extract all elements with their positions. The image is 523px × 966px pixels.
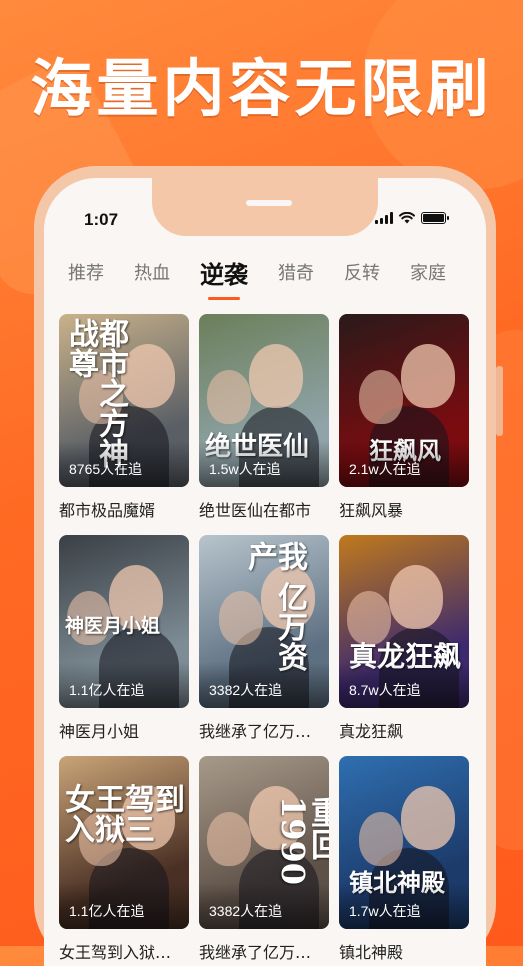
drama-poster[interactable]: 神医月小姐 1.1亿人在追 (59, 535, 189, 708)
wifi-icon (399, 212, 415, 224)
poster-face (121, 344, 175, 408)
drama-card[interactable]: 狂飙风2.1w人在追狂飙风暴 (339, 314, 469, 521)
follower-count: 2.1w人在追 (349, 461, 421, 477)
drama-poster[interactable]: 都市之方神战尊 8765人在追 (59, 314, 189, 487)
phone-notch (152, 178, 378, 236)
drama-poster[interactable]: 女王驾到 入狱三 1.1亿人在追 (59, 756, 189, 929)
drama-title[interactable]: 狂飙风暴 (339, 497, 469, 521)
drama-poster[interactable]: 真龙狂飙 8.7w人在追 (339, 535, 469, 708)
drama-title[interactable]: 绝世医仙在都市 (199, 497, 329, 521)
tab-3[interactable]: 猎奇 (278, 259, 314, 285)
poster-face (401, 344, 455, 408)
poster-title-art: 女王驾到 入狱三 (65, 783, 185, 848)
category-tabs: 推荐 热血 逆袭 猎奇 反转 家庭 (44, 250, 486, 300)
drama-poster[interactable]: 重回1990 3382人在追 (199, 756, 329, 929)
drama-poster[interactable]: 狂飙风2.1w人在追 (339, 314, 469, 487)
battery-icon (421, 212, 449, 224)
drama-title[interactable]: 我继承了亿万… (199, 718, 329, 742)
drama-title[interactable]: 都市极品魔婿 (59, 497, 189, 521)
poster-face (249, 344, 303, 408)
drama-card[interactable]: 女王驾到 入狱三 1.1亿人在追女王驾到入狱… (59, 756, 189, 963)
follower-count: 1.5w人在追 (209, 461, 281, 477)
drama-title[interactable]: 女王驾到入狱… (59, 939, 189, 963)
tab-1[interactable]: 热血 (134, 259, 170, 285)
follower-count: 1.1亿人在追 (69, 682, 145, 698)
follower-count: 8.7w人在追 (349, 682, 421, 698)
poster-face (207, 370, 251, 424)
follower-count: 3382人在追 (209, 903, 283, 919)
drama-grid: 都市之方神战尊8765人在追都市极品魔婿绝世医仙1.5w人在追绝世医仙在都市狂飙… (59, 314, 479, 963)
drama-card[interactable]: 真龙狂飙 8.7w人在追真龙狂飙 (339, 535, 469, 742)
speaker-grille (246, 200, 292, 206)
drama-title[interactable]: 镇北神殿 (339, 939, 469, 963)
poster-face (359, 370, 403, 424)
status-icons (375, 212, 449, 224)
drama-title[interactable]: 神医月小姐 (59, 718, 189, 742)
status-time: 1:07 (84, 210, 119, 229)
poster-face (347, 591, 391, 645)
poster-face (389, 565, 443, 629)
tab-5[interactable]: 家庭 (410, 259, 446, 285)
follower-count: 8765人在追 (69, 461, 143, 477)
phone-screen: 1:07 推荐 热血 逆袭 猎奇 反转 家庭 都市之方神战尊8765人在追都市极品魔婿绝世… (44, 178, 486, 966)
tab-2[interactable]: 逆袭 (200, 255, 248, 300)
drama-card[interactable]: 绝世医仙1.5w人在追绝世医仙在都市 (199, 314, 329, 521)
drama-card[interactable]: 我 亿万资产 3382人在追我继承了亿万… (199, 535, 329, 742)
poster-face (359, 812, 403, 866)
drama-title[interactable]: 真龙狂飙 (339, 718, 469, 742)
drama-poster[interactable]: 绝世医仙1.5w人在追 (199, 314, 329, 487)
poster-title-art: 神医月小姐 (65, 615, 161, 637)
signal-icon (375, 212, 393, 224)
drama-card[interactable]: 镇北神殿1.7w人在追镇北神殿 (339, 756, 469, 963)
drama-card[interactable]: 重回1990 3382人在追我继承了亿万… (199, 756, 329, 963)
follower-count: 3382人在追 (209, 682, 283, 698)
drama-poster[interactable]: 我 亿万资产 3382人在追 (199, 535, 329, 708)
phone-mockup: 1:07 推荐 热血 逆袭 猎奇 反转 家庭 都市之方神战尊8765人在追都市极品魔婿绝世… (34, 166, 503, 966)
follower-count: 1.1亿人在追 (69, 903, 145, 919)
phone-side-button (496, 366, 503, 436)
tab-4[interactable]: 反转 (344, 259, 380, 285)
poster-face (401, 786, 455, 850)
follower-count: 1.7w人在追 (349, 903, 421, 919)
tab-0[interactable]: 推荐 (68, 259, 104, 285)
promo-headline: 海量内容无限刷 (30, 52, 493, 125)
drama-poster[interactable]: 镇北神殿1.7w人在追 (339, 756, 469, 929)
drama-card[interactable]: 神医月小姐 1.1亿人在追 神医月小姐 (59, 535, 189, 742)
drama-card[interactable]: 都市之方神战尊 8765人在追都市极品魔婿 (59, 314, 189, 521)
poster-face (207, 812, 251, 866)
drama-title[interactable]: 我继承了亿万… (199, 939, 329, 963)
